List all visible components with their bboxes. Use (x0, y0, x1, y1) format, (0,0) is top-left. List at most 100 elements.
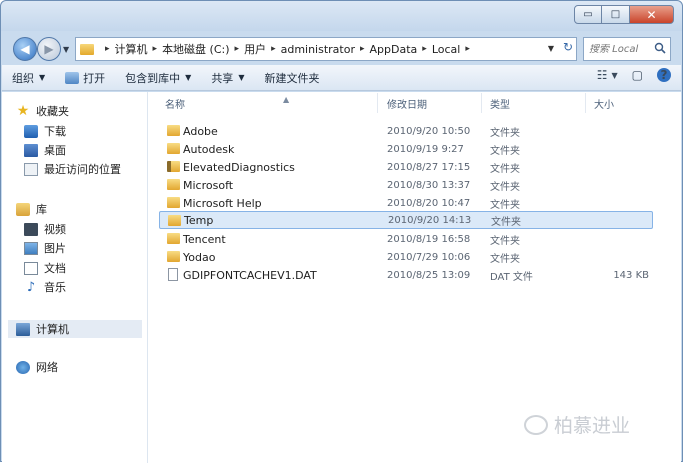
column-header-date[interactable]: 修改日期 (387, 96, 427, 112)
breadcrumb-users[interactable]: 用户 (244, 41, 266, 57)
refresh-icon[interactable]: ↻ (563, 40, 573, 54)
breadcrumb-separator[interactable]: ▸ (422, 44, 427, 54)
folder-icon (168, 215, 181, 226)
file-name: Yodao (183, 250, 216, 264)
view-options-icon[interactable]: ☷ (597, 68, 608, 82)
breadcrumb-administrator[interactable]: administrator (281, 43, 355, 56)
file-date: 2010/8/25 13:09 (387, 269, 471, 281)
table-row[interactable]: Microsoft 2010/8/30 13:37 文件夹 (159, 176, 653, 194)
watermark: 柏慕进业 (524, 411, 630, 438)
document-icon (24, 261, 38, 275)
table-row-selected[interactable]: Temp 2010/9/20 14:13 文件夹 (159, 211, 653, 229)
search-box[interactable] (583, 37, 671, 61)
address-history-dropdown[interactable]: ▼ (548, 44, 554, 53)
file-name: Temp (184, 213, 214, 227)
column-divider[interactable] (481, 93, 482, 113)
music-icon: ♪ (26, 279, 36, 295)
share-label: 共享 (211, 71, 234, 85)
sidebar-item-label: 最近访问的位置 (44, 163, 121, 176)
sidebar-item-recent-places[interactable]: 最近访问的位置 (24, 160, 121, 178)
breadcrumb-separator[interactable]: ▸ (465, 44, 470, 54)
sidebar-item-network[interactable]: 网络 (16, 358, 58, 376)
folder-icon (167, 197, 180, 208)
file-name: GDIPFONTCACHEV1.DAT (183, 268, 317, 282)
breadcrumb-computer[interactable]: 计算机 (115, 41, 148, 57)
sidebar-item-pictures[interactable]: 图片 (24, 239, 66, 257)
sidebar-item-videos[interactable]: 视频 (24, 220, 66, 238)
file-date: 2010/8/19 16:58 (387, 233, 471, 245)
file-name: Tencent (183, 232, 226, 246)
organize-label: 组织 (12, 71, 34, 85)
table-row[interactable]: Yodao 2010/7/29 10:06 文件夹 (159, 248, 653, 266)
table-row[interactable]: Tencent 2010/8/19 16:58 文件夹 (159, 230, 653, 248)
navigation-row: ◀ ▶ ▼ ▸ 计算机 ▸ 本地磁盘 (C:) ▸ 用户 ▸ administr… (1, 35, 682, 63)
file-name: Microsoft Help (183, 196, 262, 210)
sidebar-item-desktop[interactable]: 桌面 (24, 141, 66, 159)
breadcrumb-separator[interactable]: ▸ (153, 44, 158, 54)
file-name: ElevatedDiagnostics (183, 160, 295, 174)
column-header-name[interactable]: 名称 ▲ (165, 95, 289, 112)
table-row[interactable]: Autodesk 2010/9/19 9:27 文件夹 (159, 140, 653, 158)
sidebar-item-label: 文档 (44, 262, 66, 275)
breadcrumb-appdata[interactable]: AppData (370, 43, 418, 56)
command-bar: 组织 ▼ 打开 包含到库中 ▼ 共享 ▼ 新建文件夹 ☷ ▼ ▢ ? (2, 65, 681, 91)
include-in-library-label: 包含到库中 (125, 71, 181, 85)
table-row[interactable]: GDIPFONTCACHEV1.DAT 2010/8/25 13:09 DAT … (159, 266, 653, 284)
recent-pages-dropdown[interactable]: ▼ (63, 45, 69, 54)
file-date: 2010/8/20 10:47 (387, 197, 471, 209)
back-button[interactable]: ◀ (13, 37, 37, 61)
address-bar[interactable]: ▸ 计算机 ▸ 本地磁盘 (C:) ▸ 用户 ▸ administrator ▸… (75, 37, 577, 61)
sidebar-item-computer[interactable]: 计算机 (16, 320, 69, 338)
column-divider[interactable] (585, 93, 586, 113)
table-row[interactable]: ElevatedDiagnostics 2010/8/27 17:15 文件夹 (159, 158, 653, 176)
table-row[interactable]: Adobe 2010/9/20 10:50 文件夹 (159, 122, 653, 140)
breadcrumb-separator[interactable]: ▸ (271, 44, 276, 54)
breadcrumb-local[interactable]: Local (432, 43, 461, 56)
column-divider[interactable] (377, 93, 378, 113)
view-options-dropdown[interactable]: ▼ (612, 71, 618, 80)
breadcrumb-separator[interactable]: ▸ (235, 44, 240, 54)
sidebar-item-label: 音乐 (44, 281, 66, 294)
file-type: 文件夹 (490, 181, 520, 193)
sidebar-favorites[interactable]: ★ 收藏夹 (16, 102, 69, 120)
file-date: 2010/8/30 13:37 (387, 179, 471, 191)
organize-button[interactable]: 组织 ▼ (2, 67, 55, 89)
breadcrumb-separator[interactable]: ▸ (105, 44, 110, 54)
sidebar-item-downloads[interactable]: 下载 (24, 122, 66, 140)
open-button[interactable]: 打开 (55, 67, 115, 89)
close-button[interactable]: ✕ (630, 5, 674, 24)
preview-pane-icon[interactable]: ▢ (632, 68, 643, 82)
minimize-button[interactable]: ▭ (574, 5, 602, 24)
explorer-window: ▭ □ ✕ ◀ ▶ ▼ ▸ 计算机 ▸ 本地磁盘 (C:) ▸ 用户 ▸ adm… (0, 0, 683, 463)
share-button[interactable]: 共享 ▼ (201, 67, 254, 89)
include-in-library-button[interactable]: 包含到库中 ▼ (115, 67, 201, 89)
toolbar-right: ☷ ▼ ▢ ? (583, 68, 671, 82)
folder-icon (167, 251, 180, 262)
help-icon[interactable]: ? (657, 68, 671, 82)
sidebar-libraries[interactable]: 库 (16, 200, 47, 218)
sidebar-item-label: 视频 (44, 223, 66, 236)
new-folder-button[interactable]: 新建文件夹 (254, 67, 329, 89)
column-header-type[interactable]: 类型 (490, 96, 510, 112)
breadcrumb-local-disk[interactable]: 本地磁盘 (C:) (162, 41, 229, 57)
search-input[interactable] (589, 43, 649, 55)
file-list: 名称 ▲ 修改日期 类型 大小 Adobe 2010/9/20 10:50 文件… (149, 92, 681, 463)
search-icon[interactable] (654, 42, 666, 54)
sidebar-item-music[interactable]: ♪ 音乐 (24, 278, 66, 296)
sidebar-item-documents[interactable]: 文档 (24, 259, 66, 277)
title-bar[interactable]: ▭ □ ✕ (1, 1, 682, 31)
breadcrumb-separator[interactable]: ▸ (360, 44, 365, 54)
watermark-text: 柏慕进业 (554, 415, 631, 437)
recent-places-icon (24, 162, 38, 176)
chevron-down-icon: ▼ (39, 73, 46, 82)
forward-button[interactable]: ▶ (37, 37, 61, 61)
file-type: 文件夹 (490, 199, 520, 211)
folder-icon (167, 179, 180, 190)
sidebar-favorites-label: 收藏夹 (36, 105, 69, 118)
sort-ascending-icon: ▲ (283, 95, 290, 104)
table-row[interactable]: Microsoft Help 2010/8/20 10:47 文件夹 (159, 194, 653, 212)
column-header-size[interactable]: 大小 (594, 96, 614, 112)
maximize-button[interactable]: □ (602, 5, 630, 24)
sidebar-item-label: 下载 (44, 125, 66, 138)
content-area: ★ 收藏夹 下载 桌面 最近访问的位置 库 视频 图片 文档 ♪ 音乐 计算机 … (2, 92, 681, 463)
